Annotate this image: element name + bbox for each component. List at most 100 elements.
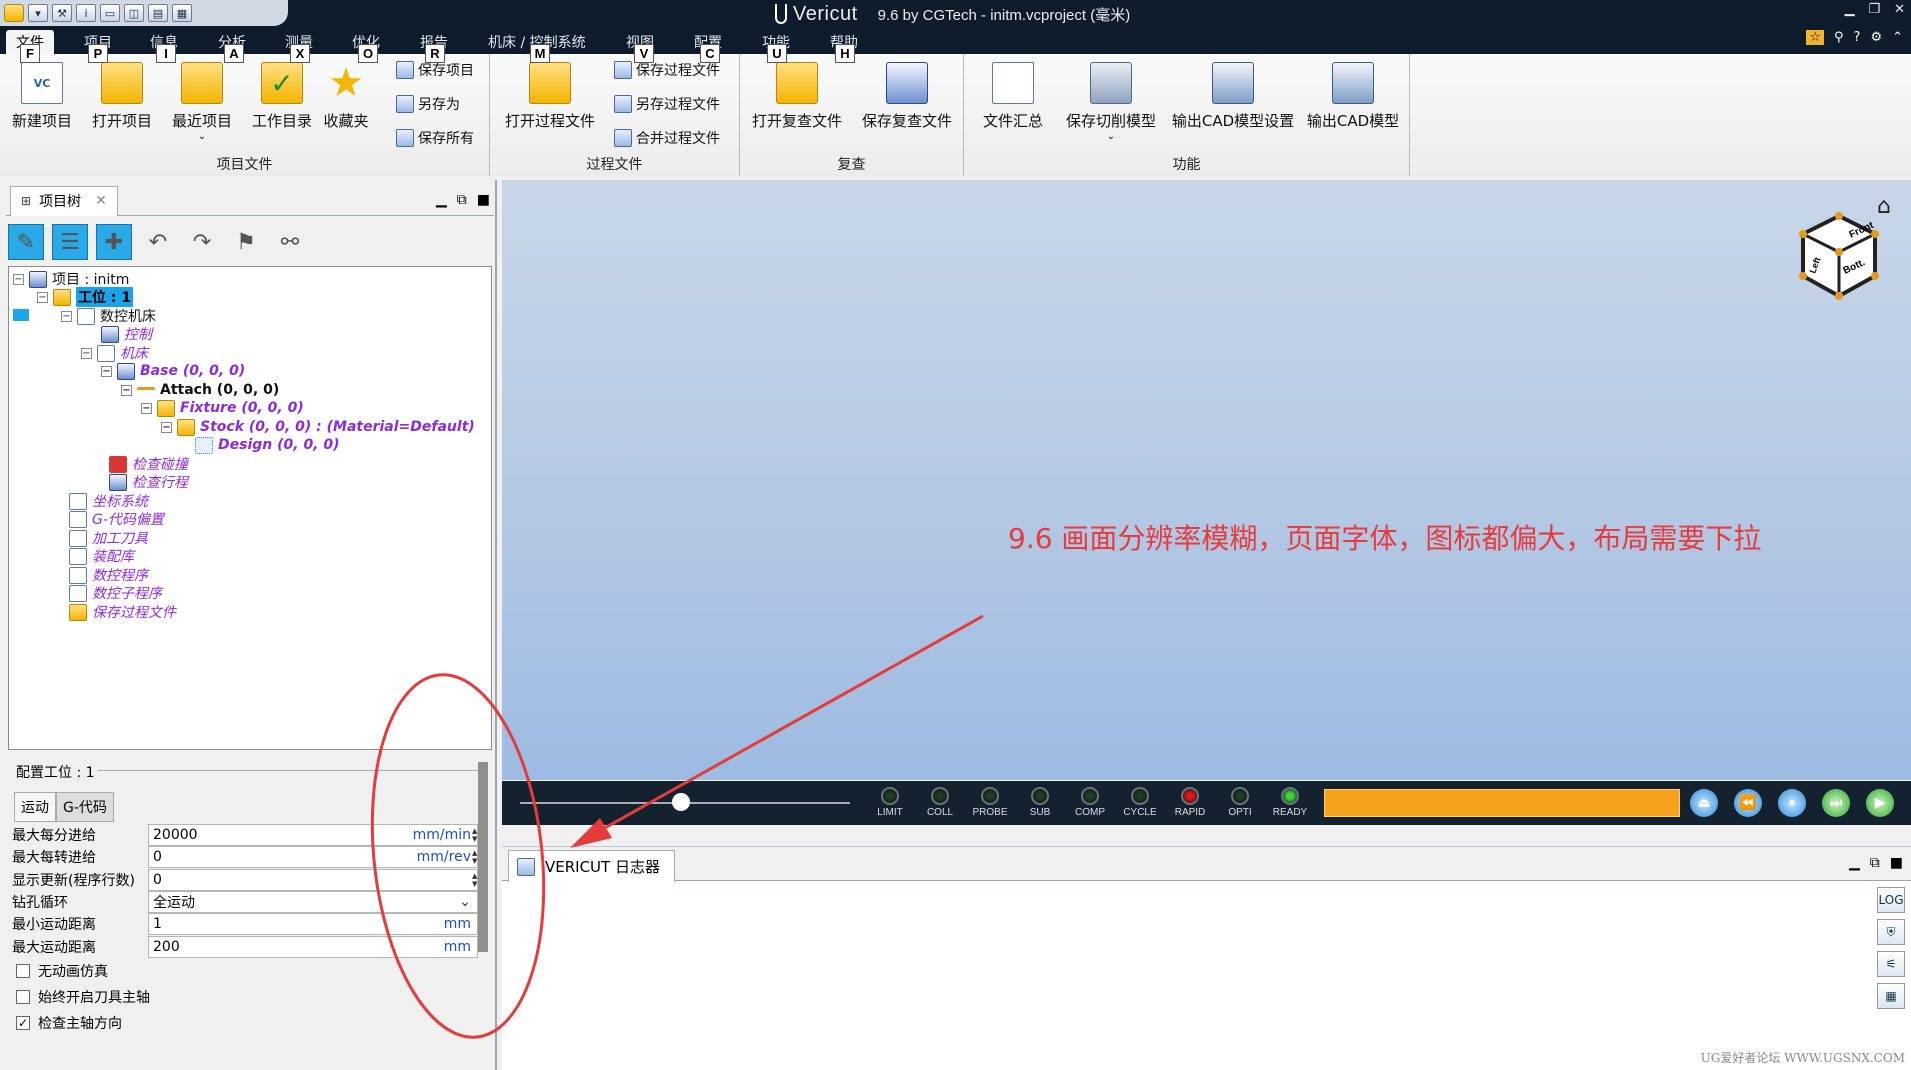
merge-process-button[interactable]: 合并过程文件 (614, 128, 720, 148)
home-icon[interactable]: ⌂ (1877, 194, 1891, 219)
checkbox[interactable] (16, 964, 30, 978)
redo-icon[interactable]: ↷ (184, 224, 220, 260)
max-feed-per-rev-input[interactable]: 0 mm/rev (148, 846, 478, 868)
maximize-panel-icon[interactable]: ■ (477, 192, 490, 208)
speed-slider-handle[interactable] (672, 793, 690, 811)
tree-node-travel[interactable]: 检查行程 (109, 472, 188, 492)
view-cube[interactable]: Front Left Bott. (1799, 212, 1879, 300)
search-icon[interactable]: ⚲ (1834, 30, 1844, 45)
collapse-icon[interactable]: − (13, 273, 24, 285)
export-cad-button[interactable]: 输出CAD模型 (1300, 62, 1406, 131)
tree-node-design[interactable]: Design (0, 0, 0) (195, 435, 340, 455)
collapse-icon[interactable]: − (81, 347, 92, 359)
minimize-panel-icon[interactable]: ▁ (1849, 855, 1860, 871)
max-feed-per-minute-input[interactable]: 20000 mm/min (148, 824, 478, 846)
recent-project-button[interactable]: 最近项目 ⌄ (162, 62, 242, 142)
add-component-icon[interactable]: ✚ (96, 224, 132, 260)
tree-node-control[interactable]: 控制 (101, 324, 152, 344)
save-process-as-button[interactable]: 另存过程文件 (614, 94, 720, 114)
gear-icon[interactable]: ⚙ (1870, 30, 1882, 45)
favorites-button[interactable]: ★ 收藏夹 (314, 62, 378, 131)
close-icon[interactable]: ✕ (95, 193, 107, 209)
shield-icon[interactable]: ⛨ (1877, 919, 1905, 945)
tree-node-tools[interactable]: 加工刀具 (69, 528, 148, 548)
check-always-spindle[interactable]: 始终开启刀具主轴 (16, 986, 150, 1008)
save-process-button[interactable]: 保存过程文件 (614, 60, 720, 80)
check-spindle-direction[interactable]: ✓ 检查主轴方向 (16, 1012, 122, 1034)
close-button[interactable]: ✕ (1894, 2, 1905, 17)
tool-icon[interactable]: ⚒ (52, 4, 72, 22)
float-panel-icon[interactable]: ⧉ (457, 192, 467, 208)
file-summary-button[interactable]: 文件汇总 (972, 62, 1054, 131)
tree-node-setup[interactable]: − 工位 : 1 (37, 287, 134, 307)
collapse-icon[interactable]: − (121, 384, 132, 396)
layout-grid-icon[interactable]: ▦ (172, 4, 192, 22)
undo-icon[interactable]: ↶ (140, 224, 176, 260)
minimize-button[interactable]: ▁ (1844, 2, 1854, 17)
save-as-button[interactable]: 另存为 (396, 94, 460, 114)
save-cut-model-button[interactable]: 保存切削模型 ⌄ (1056, 62, 1166, 142)
help-icon[interactable]: ? (1854, 30, 1861, 45)
save-review-button[interactable]: 保存复查文件 (856, 62, 958, 131)
save-all-button[interactable]: 保存所有 (396, 128, 474, 148)
float-panel-icon[interactable]: ⧉ (1870, 855, 1880, 871)
layout-horizontal-icon[interactable]: ▤ (148, 4, 168, 22)
tree-node-machine[interactable]: − 机床 (81, 343, 148, 363)
maximize-panel-icon[interactable]: ■ (1890, 855, 1903, 871)
display-update-input[interactable]: 0 (148, 869, 478, 891)
select-mode-icon[interactable]: ✎ (8, 224, 44, 260)
tree-node-fixture[interactable]: − Fixture (0, 0, 0) (141, 398, 304, 418)
properties-icon[interactable]: ⚑ (228, 224, 264, 260)
work-dir-button[interactable]: ✓ 工作目录 (242, 62, 322, 131)
pause-icon[interactable]: ⏸ (1778, 789, 1806, 817)
save-icon[interactable]: ▾ (28, 4, 48, 22)
log-view-icon[interactable]: LOG (1877, 887, 1905, 913)
play-icon[interactable]: ▶ (1866, 789, 1894, 817)
collapse-icon[interactable]: − (37, 291, 48, 303)
filter-icon[interactable]: ⚟ (1877, 951, 1905, 977)
save-project-button[interactable]: 保存项目 (396, 60, 474, 80)
max-motion-input[interactable]: 200 mm (148, 936, 478, 958)
open-project-button[interactable]: 打开项目 (82, 62, 162, 131)
restore-button[interactable]: ❐ (1868, 2, 1880, 17)
binoculars-icon[interactable]: ⚯ (272, 224, 308, 260)
open-review-button[interactable]: 打开复查文件 (746, 62, 848, 131)
tree-node-save-process[interactable]: 保存过程文件 (69, 602, 176, 622)
config-view-icon[interactable]: ☰ (52, 224, 88, 260)
collapse-ribbon-icon[interactable]: ⌃ (1892, 30, 1903, 45)
export-cad-settings-button[interactable]: 输出CAD模型设置 (1168, 62, 1298, 131)
collapse-icon[interactable]: − (141, 402, 152, 414)
info-icon[interactable]: i (76, 4, 96, 22)
tab-project-tree[interactable]: ⊞ 项目树 ✕ (10, 185, 118, 216)
tree-node-gcode-offset[interactable]: G-代码偏置 (69, 509, 164, 529)
reset-model-icon[interactable]: ⏏ (1690, 789, 1718, 817)
checkbox[interactable]: ✓ (16, 1016, 30, 1030)
tree-node-stock[interactable]: − Stock (0, 0, 0) : (Material=Default) (161, 417, 475, 437)
open-folder-icon[interactable] (4, 4, 24, 22)
collapse-icon[interactable]: − (161, 421, 172, 433)
chart-icon[interactable]: ▦ (1877, 983, 1905, 1009)
tab-motion[interactable]: 运动 (14, 792, 56, 822)
step-icon[interactable]: ⏭ (1822, 789, 1850, 817)
rewind-icon[interactable]: ⏪ (1734, 789, 1762, 817)
config-scrollbar[interactable] (478, 762, 488, 952)
tree-node-project[interactable]: − 项目 : initm (13, 269, 129, 289)
graphics-viewport[interactable]: ⌂ Front Left Bott. 9.6 画面分辨率模糊，页面字体，图标都偏… (502, 180, 1911, 780)
tree-node-nc-subprogram[interactable]: 数控子程序 (69, 583, 162, 603)
checkbox[interactable] (16, 990, 30, 1004)
layout-single-icon[interactable]: ▭ (100, 4, 120, 22)
tree-node-cnc-machine[interactable]: − 数控机床 (61, 306, 156, 326)
tree-node-coord[interactable]: 坐标系统 (69, 491, 148, 511)
collapse-icon[interactable]: − (61, 310, 72, 322)
drill-cycle-select[interactable]: 全运动 ⌄ (148, 891, 478, 913)
layout-split-icon[interactable]: ◫ (124, 4, 144, 22)
tree-node-collision[interactable]: 检查碰撞 (109, 454, 188, 474)
collapse-icon[interactable]: − (101, 365, 112, 377)
check-no-animation[interactable]: 无动画仿真 (16, 960, 108, 982)
tab-vericut-logger[interactable]: VERICUT 日志器 (508, 850, 675, 882)
tips-icon[interactable]: ☆ (1806, 30, 1824, 45)
tree-node-attach[interactable]: − Attach (0, 0, 0) (121, 380, 279, 400)
min-motion-input[interactable]: 1 mm (148, 913, 478, 935)
tree-node-base[interactable]: − Base (0, 0, 0) (101, 361, 245, 381)
tree-node-nc-program[interactable]: 数控程序 (69, 565, 148, 585)
